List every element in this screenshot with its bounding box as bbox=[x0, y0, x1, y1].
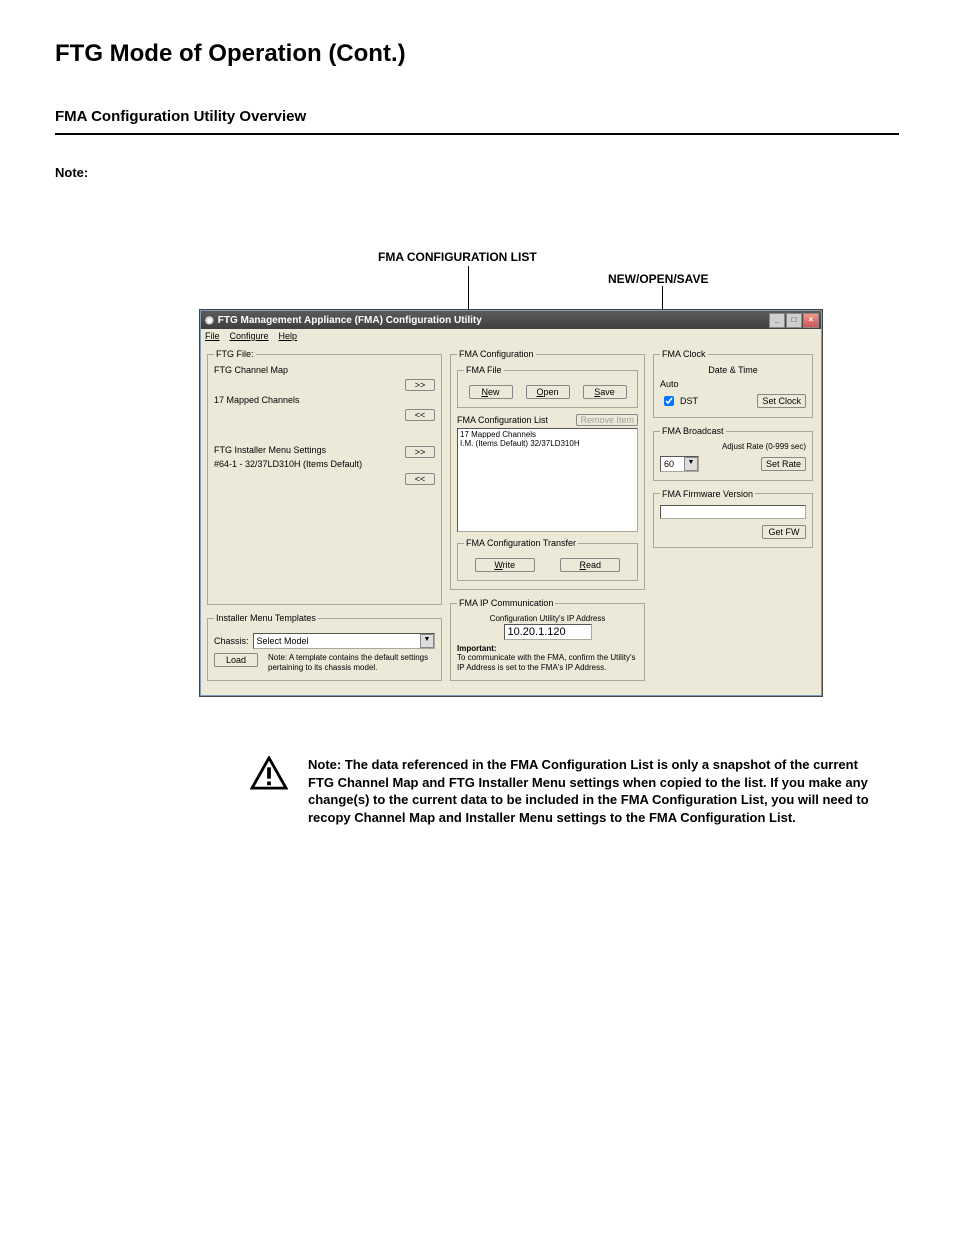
warning-note: Note: The data referenced in the FMA Con… bbox=[250, 756, 870, 826]
fw-value bbox=[660, 505, 806, 519]
note-label: Note: bbox=[55, 165, 899, 180]
rate-label: Adjust Rate (0-999 sec) bbox=[660, 442, 806, 452]
template-note: Note: A template contains the default se… bbox=[268, 653, 435, 672]
installer-add-button[interactable]: >> bbox=[405, 446, 435, 458]
menu-help[interactable]: Help bbox=[279, 331, 298, 341]
installer-remove-button[interactable]: << bbox=[405, 473, 435, 485]
rate-dropdown[interactable]: 60 ▼ bbox=[660, 456, 699, 472]
chevron-down-icon: ▼ bbox=[684, 457, 698, 471]
dst-checkbox[interactable] bbox=[664, 396, 674, 406]
fma-config-legend: FMA Configuration bbox=[457, 349, 536, 359]
new-button[interactable]: New bbox=[469, 385, 513, 399]
transfer-group: FMA Configuration Transfer Write Read bbox=[457, 538, 638, 581]
important-text: To communicate with the FMA, confirm the… bbox=[457, 653, 635, 672]
menu-file[interactable]: File bbox=[205, 331, 220, 341]
list-item[interactable]: 17 Mapped Channels bbox=[460, 430, 635, 439]
config-list[interactable]: 17 Mapped Channels I.M. (Items Default) … bbox=[457, 428, 638, 532]
auto-label: Auto bbox=[660, 379, 806, 389]
ftg-file-legend: FTG File: bbox=[214, 349, 256, 359]
ip-sublabel: Configuration Utility's IP Address bbox=[457, 614, 638, 624]
ip-address-field[interactable]: 10.20.1.120 bbox=[504, 624, 592, 640]
fw-group: FMA Firmware Version Get FW bbox=[653, 489, 813, 548]
fma-file-legend: FMA File bbox=[464, 365, 504, 375]
channel-map-label: FTG Channel Map bbox=[214, 365, 435, 375]
maximize-button[interactable]: □ bbox=[786, 313, 802, 328]
channel-add-button[interactable]: >> bbox=[405, 379, 435, 391]
fw-legend: FMA Firmware Version bbox=[660, 489, 755, 499]
remove-item-button[interactable]: Remove Item bbox=[576, 414, 638, 426]
window-title: FTG Management Appliance (FMA) Configura… bbox=[218, 315, 482, 326]
menubar: File Configure Help bbox=[201, 329, 821, 343]
warning-text: Note: The data referenced in the FMA Con… bbox=[308, 756, 870, 826]
important-label: Important: bbox=[457, 644, 497, 653]
minimize-button[interactable]: _ bbox=[769, 313, 785, 328]
chevron-down-icon: ▼ bbox=[420, 634, 434, 648]
ip-group: FMA IP Communication Configuration Utili… bbox=[450, 598, 645, 681]
titlebar: ◉ FTG Management Appliance (FMA) Configu… bbox=[201, 311, 821, 329]
close-button[interactable]: × bbox=[803, 313, 819, 328]
section-title: FMA Configuration Utility Overview bbox=[55, 108, 899, 125]
write-button[interactable]: Write bbox=[475, 558, 535, 572]
app-window: ◉ FTG Management Appliance (FMA) Configu… bbox=[200, 310, 822, 696]
callout-new-open-save: NEW/OPEN/SAVE bbox=[608, 272, 708, 286]
fma-file-group: FMA File New Open Save bbox=[457, 365, 638, 408]
transfer-legend: FMA Configuration Transfer bbox=[464, 538, 578, 548]
load-button[interactable]: Load bbox=[214, 653, 258, 667]
open-button[interactable]: Open bbox=[526, 385, 570, 399]
templates-legend: Installer Menu Templates bbox=[214, 613, 318, 623]
installer-text: #64-1 - 32/37LD310H (Items Default) bbox=[214, 459, 435, 469]
callout-row: FMA CONFIGURATION LIST NEW/OPEN/SAVE bbox=[55, 250, 899, 310]
list-item[interactable]: I.M. (Items Default) 32/37LD310H bbox=[460, 439, 635, 448]
broadcast-group: FMA Broadcast Adjust Rate (0-999 sec) 60… bbox=[653, 426, 813, 481]
clock-group: FMA Clock Date & Time Auto DST Set Clock bbox=[653, 349, 813, 418]
chassis-value: Select Model bbox=[257, 636, 309, 646]
warning-icon bbox=[250, 756, 288, 793]
templates-group: Installer Menu Templates Chassis: Select… bbox=[207, 613, 442, 681]
get-fw-button[interactable]: Get FW bbox=[762, 525, 806, 539]
rate-value: 60 bbox=[664, 459, 674, 469]
chassis-dropdown[interactable]: Select Model ▼ bbox=[253, 633, 435, 649]
broadcast-legend: FMA Broadcast bbox=[660, 426, 726, 436]
date-time-label: Date & Time bbox=[660, 365, 806, 375]
installer-label: FTG Installer Menu Settings bbox=[214, 445, 326, 455]
app-icon: ◉ bbox=[205, 315, 214, 326]
mapped-channels-text: 17 Mapped Channels bbox=[214, 395, 300, 405]
callout-config-list: FMA CONFIGURATION LIST bbox=[378, 250, 537, 264]
save-button[interactable]: Save bbox=[583, 385, 627, 399]
clock-legend: FMA Clock bbox=[660, 349, 708, 359]
dst-label: DST bbox=[680, 396, 698, 406]
page-title: FTG Mode of Operation (Cont.) bbox=[55, 40, 899, 68]
config-list-label: FMA Configuration List bbox=[457, 415, 548, 425]
menu-configure[interactable]: Configure bbox=[230, 331, 269, 341]
set-rate-button[interactable]: Set Rate bbox=[761, 457, 806, 471]
read-button[interactable]: Read bbox=[560, 558, 620, 572]
fma-config-group: FMA Configuration FMA File New Open Save… bbox=[450, 349, 645, 590]
divider bbox=[55, 133, 899, 135]
channel-remove-button[interactable]: << bbox=[405, 409, 435, 421]
set-clock-button[interactable]: Set Clock bbox=[757, 394, 806, 408]
chassis-label: Chassis: bbox=[214, 636, 249, 646]
ftg-file-group: FTG File: FTG Channel Map >> 17 Mapped C… bbox=[207, 349, 442, 605]
ip-legend: FMA IP Communication bbox=[457, 598, 555, 608]
